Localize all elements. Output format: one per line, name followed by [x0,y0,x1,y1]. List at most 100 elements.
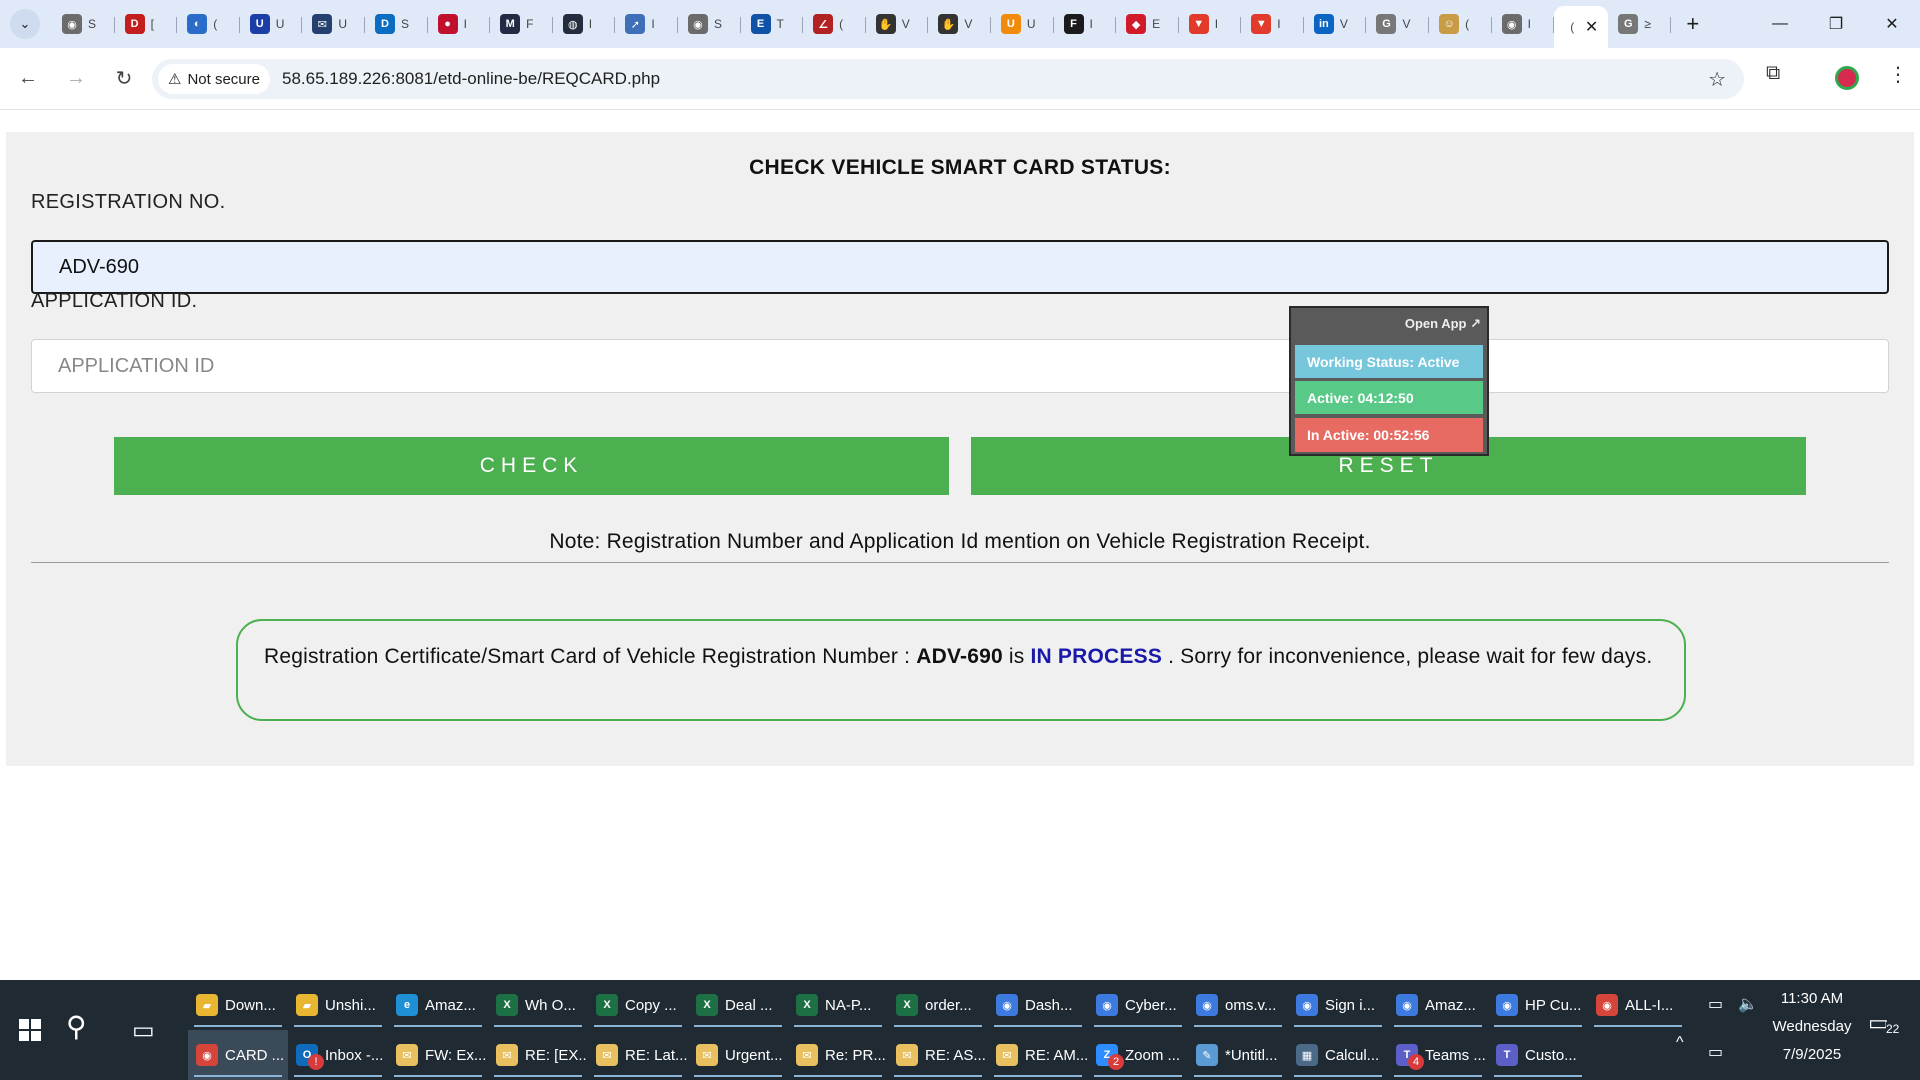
smart-card-form-panel: CHECK VEHICLE SMART CARD STATUS: REGISTR… [6,132,1914,766]
restore-button[interactable]: ❐ [1808,0,1864,48]
taskbar-item[interactable]: Xorder... [888,980,988,1030]
network-icon[interactable]: ▭ [1708,1042,1723,1062]
taskbar-item[interactable]: ◉ Cyber... [1088,980,1188,1030]
hand-icon: ✋ [875,14,896,34]
url-text[interactable]: 58.65.189.226:8081/etd-online-be/REQCARD… [282,69,660,89]
tab[interactable]: ◆ E [1116,6,1179,42]
close-tab-icon[interactable]: ✕ [1585,17,1598,37]
tab-title: F [526,17,534,31]
taskbar-item[interactable]: T Teams ... 4 [1388,1030,1488,1080]
forward-button[interactable]: → [56,59,96,99]
tab[interactable]: ◉ S [52,6,115,42]
tab[interactable]: ∠( [803,6,866,42]
chevron-down-icon: ⌄ [19,16,31,31]
tab[interactable]: ◐( [177,6,240,42]
excel-icon: X [696,994,718,1016]
tab[interactable]: DS [365,6,428,42]
tab[interactable]: ✉ U [302,6,365,42]
close-window-button[interactable]: ✕ [1864,0,1920,48]
start-button[interactable] [0,980,60,1080]
task-view-icon[interactable]: ▭ [132,1016,155,1045]
taskbar-item-label: order... [925,996,972,1014]
taskbar-item[interactable]: ◉ ALL-I... [1588,980,1688,1030]
tab[interactable]: GV [1366,6,1429,42]
tab[interactable]: ● I [428,6,491,42]
sign-icon: ∠ [813,14,834,34]
taskbar-item[interactable]: Z Zoom ... 2 [1088,1030,1188,1080]
tab[interactable]: MF [490,6,553,42]
taskbar-item[interactable]: ▰ Unshi... [288,980,388,1030]
volume-icon[interactable]: 🔈 [1738,994,1758,1014]
address-bar[interactable]: ⚠ Not secure 58.65.189.226:8081/etd-onli… [152,59,1744,99]
search-icon[interactable]: ⚲ [66,1010,87,1043]
registration-input[interactable] [31,240,1889,294]
tab-title: V [901,17,910,31]
taskbar-item[interactable]: X NA-P... [788,980,888,1030]
taskbar-item[interactable]: ✉ RE: [EX... [488,1030,588,1080]
tab[interactable]: ☺( [1429,6,1492,42]
taskbar-item[interactable]: ✉ RE: AM... [988,1030,1088,1080]
more-menu-icon[interactable]: ⋮ [1888,62,1908,87]
taskbar-item[interactable]: ✉ Re: PR... [788,1030,888,1080]
taskbar-item[interactable]: ◉ Dash... [988,980,1088,1030]
tab-search-button[interactable]: ⌄ [10,9,40,39]
taskbar-item-label: HP Cu... [1525,996,1582,1014]
clock[interactable]: 11:30 AM Wednesday 7/9/2025 [1760,980,1864,1080]
minimize-icon: — [1772,15,1788,32]
tab[interactable]: ▼ I [1241,6,1304,42]
taskbar-item[interactable]: T Custo... [1488,1030,1588,1080]
taskbar-item[interactable]: ◉ oms.v... [1188,980,1288,1030]
security-chip[interactable]: ⚠ Not secure [158,64,270,94]
taskbar-item[interactable]: ✎ *Untitl... [1188,1030,1288,1080]
tab[interactable]: ✋ V [866,6,929,42]
tab[interactable]: UU [240,6,303,42]
tab[interactable]: ▼ I [1179,6,1242,42]
tab[interactable]: FI [1054,6,1117,42]
tab-active[interactable]: (✕ [1554,6,1609,48]
taskbar-item[interactable]: X Deal ... [688,980,788,1030]
tab[interactable]: ◉ I [1492,6,1555,42]
check-button[interactable]: CHECK [114,437,949,495]
taskbar-item[interactable]: ✉ RE: Lat... [588,1030,688,1080]
mail-icon: ✉ [796,1044,818,1066]
taskbar-item-label: *Untitl... [1225,1046,1278,1064]
taskbar-item[interactable]: ◉ Sign i... [1288,980,1388,1030]
taskbar-item[interactable]: ◉ HP Cu... [1488,980,1588,1030]
tab[interactable]: ✋ V [928,6,991,42]
tab[interactable]: UU [991,6,1054,42]
taskbar-item[interactable]: ✉ Urgent... [688,1030,788,1080]
taskbar-item[interactable]: e Amaz... [388,980,488,1030]
taskbar-item[interactable]: ◉ Amaz... [1388,980,1488,1030]
battery-icon[interactable]: ▭ [1708,994,1723,1014]
taskbar-item[interactable]: ▦ Calcul... [1288,1030,1388,1080]
new-tab-button[interactable]: + [1679,10,1707,38]
tab[interactable]: G ≥ [1608,6,1671,42]
taskbar-item[interactable]: O Inbox -...! [288,1030,388,1080]
notification-button[interactable]: ▭ 22 [1868,1010,1900,1036]
tab[interactable]: ◍ I [553,6,616,42]
reload-icon: ↻ [115,68,133,90]
open-app-link[interactable]: Open App ↗ [1405,316,1481,332]
mail-icon: ✉ [312,14,333,34]
tab[interactable]: ◉ S [678,6,741,42]
taskbar-item[interactable]: ✉ RE: AS... [888,1030,988,1080]
chevron-up-icon[interactable]: ^ [1676,1034,1684,1052]
taskbar-item[interactable]: ◉ CARD ... [188,1030,288,1080]
profile-avatar[interactable] [1835,66,1859,90]
application-id-input[interactable] [31,339,1889,393]
taskbar-item[interactable]: X Copy ... [588,980,688,1030]
tab[interactable]: ET [741,6,804,42]
tab[interactable]: in V [1304,6,1367,42]
minimize-button[interactable]: — [1752,0,1808,48]
reload-button[interactable]: ↻ [104,59,144,99]
back-button[interactable]: ← [8,59,48,99]
taskbar-item[interactable]: ▰ Down... [188,980,288,1030]
extensions-icon[interactable]: ⧉ [1766,62,1780,85]
tab[interactable]: ➚ I [615,6,678,42]
bookmark-star-icon[interactable]: ☆ [1708,67,1726,92]
tab-title: I [463,17,467,31]
tab[interactable]: D[ [115,6,178,42]
taskbar-item[interactable]: ✉ FW: Ex... [388,1030,488,1080]
taskbar-item[interactable]: X Wh O... [488,980,588,1030]
restore-icon: ❐ [1828,16,1844,33]
